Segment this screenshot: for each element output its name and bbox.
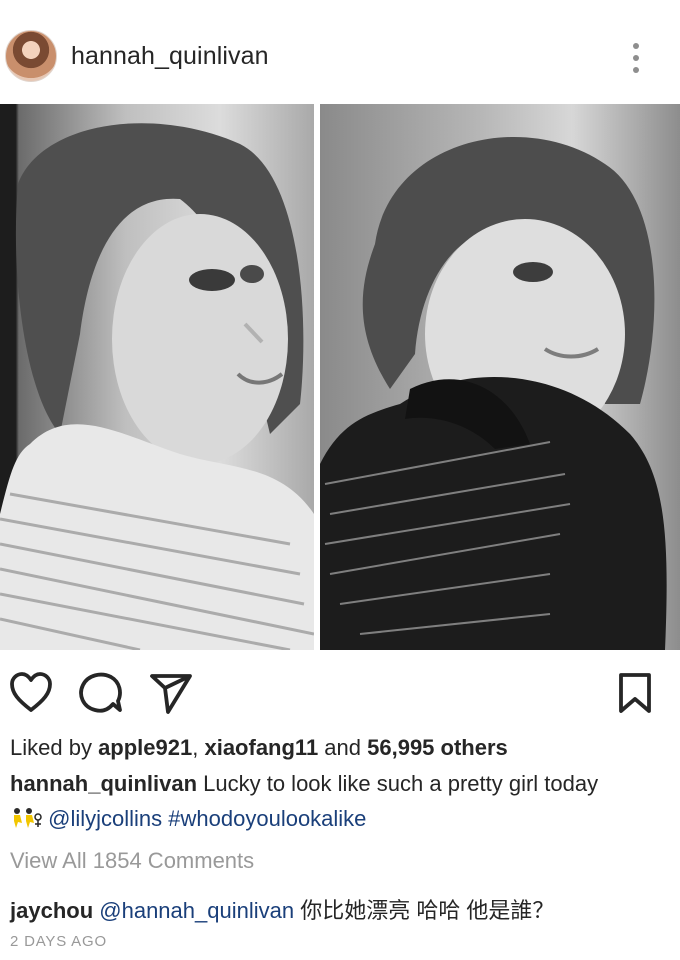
liked-user-2[interactable]: xiaofang11 [204, 735, 318, 760]
post-header: hannah_quinlivan [0, 0, 680, 104]
author-username[interactable]: hannah_quinlivan [71, 42, 269, 71]
send-icon[interactable] [148, 670, 194, 716]
post-actions [0, 664, 680, 720]
likes-text: Liked by apple921, xiaofang11 and 56,995… [10, 735, 508, 760]
comment-username[interactable]: jaychou [10, 898, 93, 923]
bookmark-icon[interactable] [612, 670, 658, 716]
more-vertical-icon[interactable] [626, 38, 646, 78]
author-avatar[interactable] [5, 30, 57, 82]
left-photo [0, 104, 314, 650]
post-timestamp: 2 DAYS AGO [10, 933, 107, 950]
dancing-women-icon [10, 807, 42, 829]
caption-text: Lucky to look like such a pretty girl to… [197, 771, 599, 796]
right-photo [320, 104, 680, 650]
view-all-comments[interactable]: View All 1854 Comments [10, 848, 254, 874]
comment-mention[interactable]: @hannah_quinlivan [99, 898, 294, 923]
comment-item: jaychou @hannah_quinlivan 你比她漂亮 哈哈 他是誰？ [10, 893, 554, 925]
mention-lilyjcollins[interactable]: @lilyjcollins [48, 806, 162, 831]
comment-icon[interactable] [78, 670, 124, 716]
caption-line: hannah_quinlivan Lucky to look like such… [10, 771, 598, 797]
liked-user-1[interactable]: apple921 [98, 735, 192, 760]
hashtag-link[interactable]: #whodoyoulookalike [168, 806, 366, 831]
likes-count[interactable]: 56,995 others [367, 735, 508, 760]
heart-icon[interactable] [8, 670, 54, 716]
caption-username[interactable]: hannah_quinlivan [10, 771, 197, 796]
comment-text: 你比她漂亮 哈哈 他是誰？ [294, 898, 555, 923]
post-image[interactable] [0, 104, 680, 650]
caption-mentions: @lilyjcollins #whodoyoulookalike [10, 806, 366, 832]
